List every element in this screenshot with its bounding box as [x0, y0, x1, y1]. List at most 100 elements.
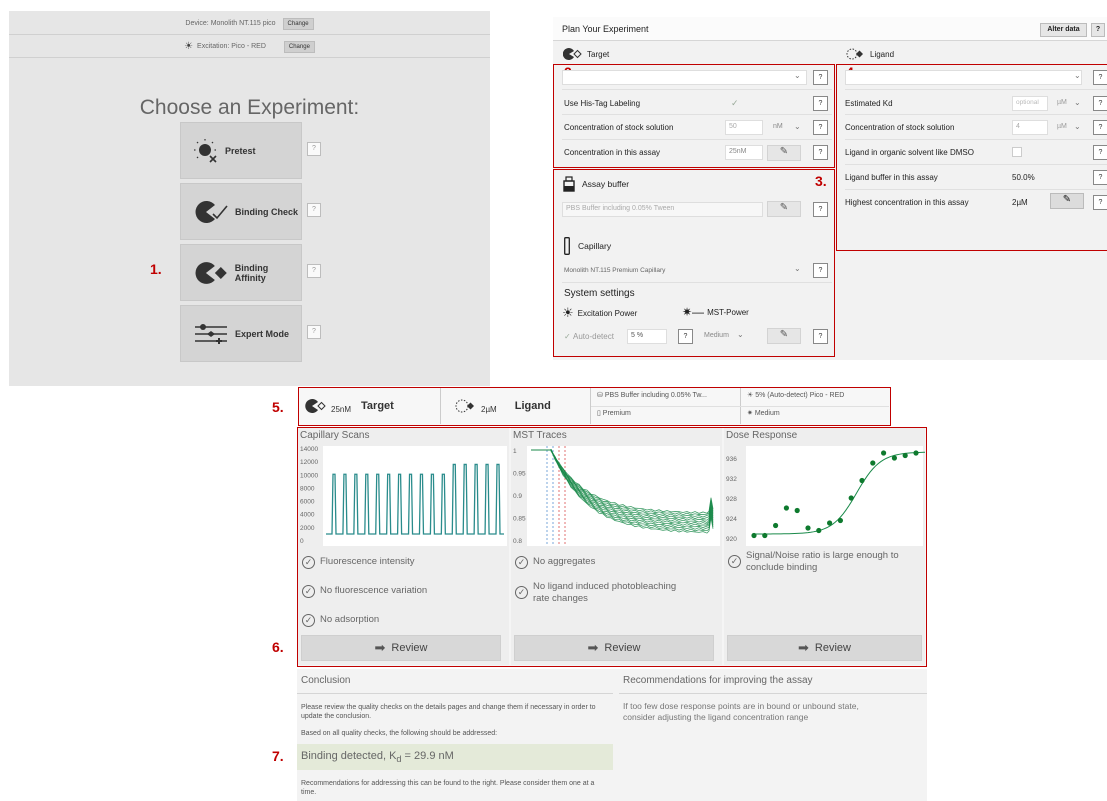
ligand-buffer-help-button[interactable]: ?	[1093, 170, 1107, 185]
estimated-kd-unit[interactable]: µM	[1057, 99, 1067, 106]
his-tag-label: Use His-Tag Labeling	[564, 99, 641, 108]
capillary-select[interactable]: Monolith NT.115 Premium Capillary	[564, 267, 665, 274]
pretest-help-button[interactable]: ?	[307, 142, 321, 156]
conclusion-title: Conclusion	[301, 675, 351, 686]
device-change-button[interactable]: Change	[282, 17, 314, 30]
target-header-label: Target	[587, 49, 610, 59]
binding-affinity-button[interactable]: Binding Affinity	[180, 244, 302, 301]
y-tick-label: 0.85	[513, 516, 526, 523]
dose-point	[913, 450, 919, 456]
ligand-stock-input[interactable]: 4	[1012, 120, 1048, 135]
dose-point	[827, 520, 833, 526]
estimated-kd-input[interactable]: optional	[1012, 96, 1048, 111]
highest-conc-value: 2µM	[1012, 198, 1028, 207]
system-help-button[interactable]: ?	[813, 329, 828, 344]
y-tick-label: 0.8	[513, 538, 522, 545]
ligand-help-button[interactable]: ?	[1093, 70, 1107, 85]
target-stock-unit[interactable]: nM	[773, 123, 783, 130]
divider	[297, 693, 613, 694]
buffer-edit-button[interactable]: ✎	[767, 201, 801, 217]
chevron-down-icon: ⌄	[737, 330, 744, 339]
expert-mode-label: Expert Mode	[235, 328, 290, 339]
ligand-select[interactable]	[845, 70, 1082, 85]
pretest-button[interactable]: Pretest	[180, 122, 302, 179]
ligand-stock-unit[interactable]: µM	[1057, 123, 1067, 130]
summary-target[interactable]: 25nM Target	[299, 388, 441, 424]
dose-point	[859, 477, 865, 484]
target-assay-edit-button[interactable]: ✎	[767, 145, 801, 161]
annotation-1: 1.	[150, 261, 162, 277]
dose-point	[870, 460, 876, 466]
chevron-down-icon: ⌄	[1074, 122, 1081, 131]
excitation-percent-stepper[interactable]: 5 %	[627, 329, 667, 344]
dmso-checkbox[interactable]	[1012, 147, 1022, 157]
buffer-bottle-icon	[563, 176, 575, 192]
divider	[562, 89, 832, 90]
mst-check-1-label: No aggregates	[533, 556, 596, 567]
dose-check-1-label: Signal/Noise ratio is large enough to co…	[746, 550, 899, 573]
binding-check-help-button[interactable]: ?	[307, 203, 321, 217]
dose-point	[794, 507, 800, 514]
plan-help-button[interactable]: ?	[1091, 23, 1105, 37]
summary-ligand-conc: 2µM	[481, 405, 497, 414]
expert-mode-button[interactable]: Expert Mode	[180, 305, 302, 362]
excitation-label: Excitation: Pico - RED	[197, 43, 266, 50]
summary-powers[interactable]: ☀ 5% (Auto-detect) Pico - RED ✷ Medium	[741, 388, 889, 424]
estimated-kd-label: Estimated Kd	[845, 99, 893, 108]
mst-laser-icon: ✷	[747, 410, 755, 417]
divider	[845, 189, 1107, 190]
highest-conc-help-button[interactable]: ?	[1093, 195, 1107, 210]
auto-detect-checkbox[interactable]: ✓	[564, 332, 571, 341]
summary-ligand[interactable]: 2µM Ligand	[441, 388, 591, 424]
kd-help-button[interactable]: ?	[1093, 96, 1107, 111]
his-tag-help-button[interactable]: ?	[813, 96, 828, 111]
summary-buffer-capillary[interactable]: ⛁ PBS Buffer including 0.05% Tw... ▯ Pre…	[591, 388, 741, 424]
target-help-button[interactable]: ?	[813, 70, 828, 85]
excitation-change-button[interactable]: Change	[283, 40, 315, 53]
choose-title: Choose an Experiment:	[139, 96, 360, 119]
target-assay-help-button[interactable]: ?	[813, 145, 828, 160]
ligand-header: Ligand	[846, 48, 894, 60]
expert-mode-help-button[interactable]: ?	[307, 325, 321, 339]
buffer-bottle-icon: ⛁	[597, 392, 605, 399]
binding-affinity-help-button[interactable]: ?	[307, 264, 321, 278]
ligand-stock-help-button[interactable]: ?	[1093, 120, 1107, 135]
target-section: 2. ⌄ ? Use His-Tag Labeling ✓ ? Concentr…	[553, 64, 835, 168]
target-stock-input[interactable]: 50	[725, 120, 763, 135]
system-edit-button[interactable]: ✎	[767, 328, 801, 344]
sun-icon: ☀	[747, 392, 756, 399]
divider	[845, 164, 1107, 165]
ligand-buffer-label: Ligand buffer in this assay	[845, 173, 938, 182]
capillary-check-1-label: Fluorescence intensity	[320, 556, 415, 567]
dose-review-button[interactable]: ➡ Review	[727, 635, 922, 661]
target-stock-help-button[interactable]: ?	[813, 120, 828, 135]
dose-point	[816, 527, 822, 534]
target-select[interactable]	[562, 70, 807, 85]
annotation-7: 7.	[272, 748, 284, 764]
highest-conc-edit-button[interactable]: ✎	[1050, 193, 1084, 209]
dmso-help-button[interactable]: ?	[1093, 145, 1107, 160]
buffer-input[interactable]: PBS Buffer including 0.05% Tween	[562, 202, 763, 217]
binding-check-button[interactable]: Binding Check	[180, 183, 302, 240]
conclusion-text-3: Recommendations for addressing this can …	[301, 780, 595, 796]
excitation-help-button[interactable]: ?	[678, 329, 693, 344]
dose-point	[751, 532, 757, 539]
conclusion-text-2: Based on all quality checks, the followi…	[301, 730, 498, 737]
divider	[562, 139, 832, 140]
capillary-check-2: ✓ No fluorescence variation	[302, 585, 427, 598]
excitation-power: ☀ Excitation Power	[562, 305, 637, 321]
mst-traces-title: MST Traces	[513, 430, 567, 441]
capillary-review-button[interactable]: ➡ Review	[301, 635, 501, 661]
target-stock-label: Concentration of stock solution	[564, 123, 674, 132]
y-tick-label: 0	[300, 538, 304, 545]
dose-check-1: ✓ Signal/Noise ratio is large enough to c…	[728, 550, 908, 574]
buffer-help-button[interactable]: ?	[813, 202, 828, 217]
mst-review-button[interactable]: ➡ Review	[514, 635, 714, 661]
device-row: Device: Monolith NT.115 pico Change	[9, 13, 490, 35]
summary-ligand-label: Ligand	[514, 400, 551, 412]
mst-power-select[interactable]: Medium	[704, 332, 729, 339]
his-tag-checkbox[interactable]: ✓	[731, 98, 739, 109]
alter-data-button[interactable]: Alter data	[1040, 23, 1087, 37]
capillary-help-button[interactable]: ?	[813, 263, 828, 278]
capillary-check-2-label: No fluorescence variation	[320, 585, 428, 596]
